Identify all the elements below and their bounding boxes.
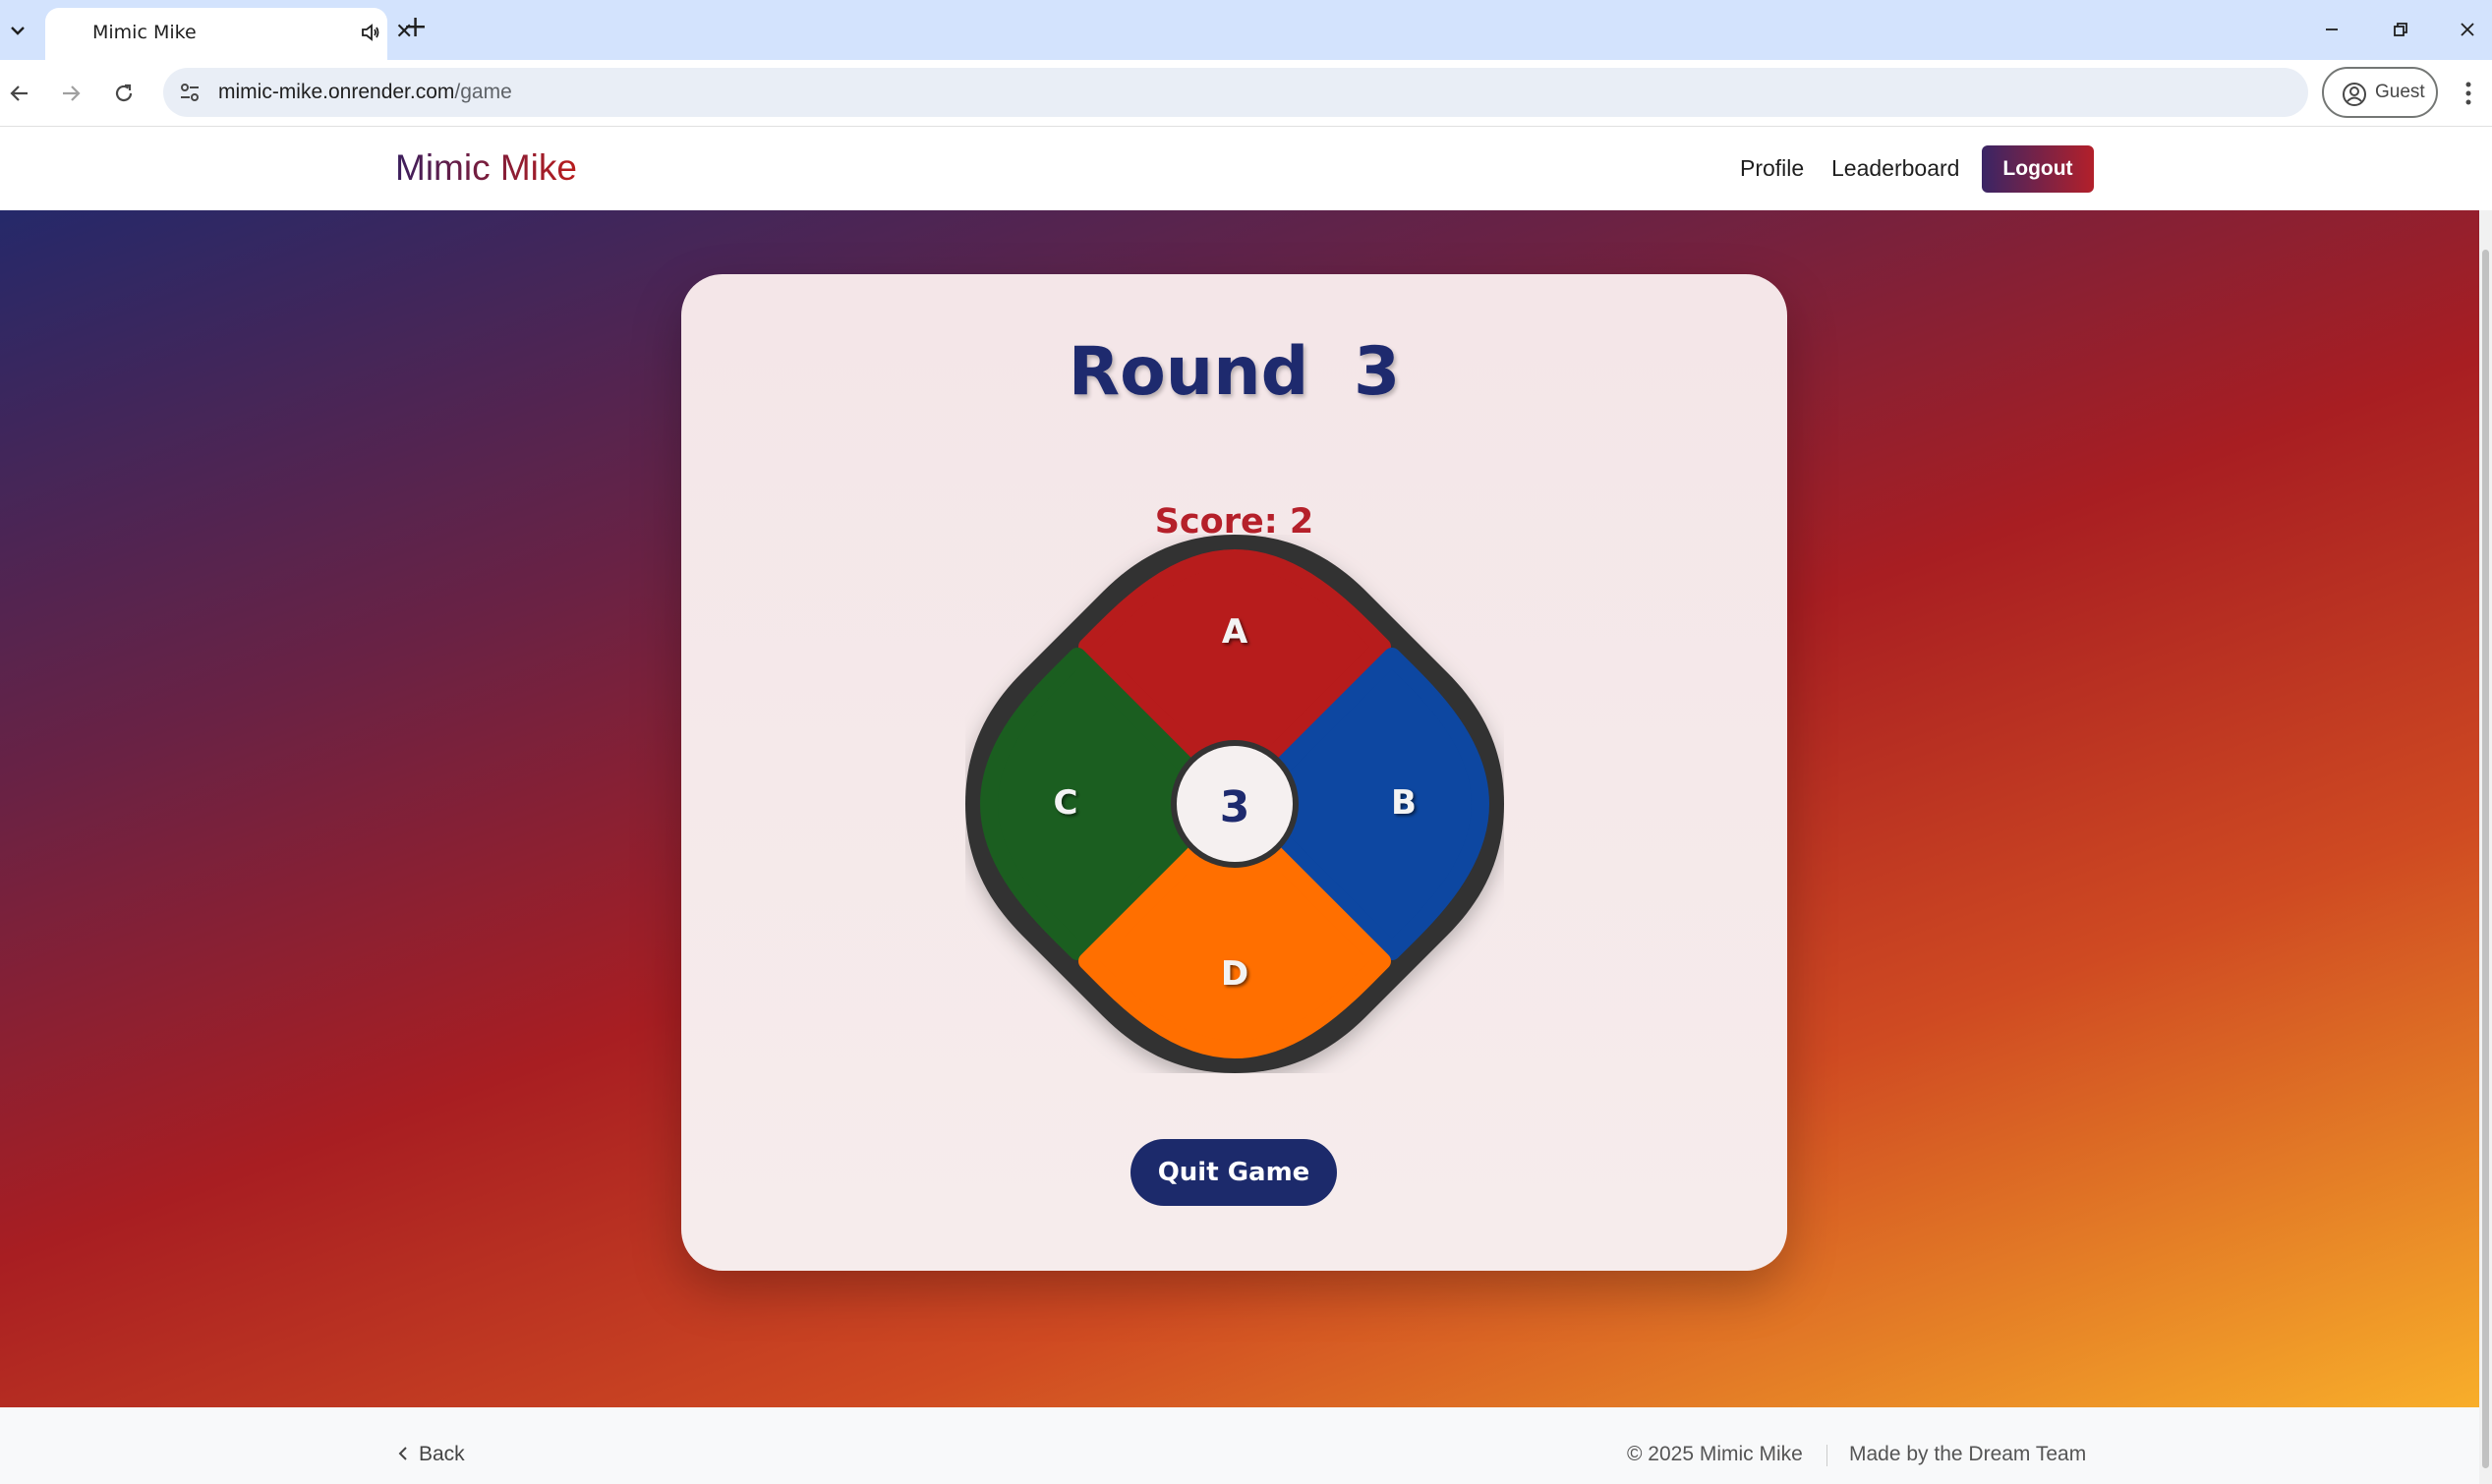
speaker-icon[interactable] [360, 22, 381, 43]
profile-button[interactable]: Guest [2322, 67, 2438, 118]
address-bar[interactable]: mimic-mike.onrender.com/game [163, 68, 2308, 117]
reload-button[interactable] [104, 74, 144, 113]
minimize-button[interactable] [2312, 12, 2351, 47]
page-scrollbar[interactable] [2479, 210, 2492, 1484]
arrow-left-icon [10, 86, 28, 101]
quit-game-button[interactable]: Quit Game [1130, 1139, 1337, 1206]
game-card: Round 3 Score: 2 3 A B C D Quit Game [681, 274, 1787, 1271]
chevron-left-icon [398, 1447, 407, 1460]
browser-tab-strip: Mimic Mike ✕ + [0, 0, 2492, 60]
site-settings-icon[interactable] [177, 80, 203, 105]
new-tab-button[interactable]: + [403, 10, 428, 44]
back-link[interactable]: Back [397, 1443, 465, 1466]
close-window-button[interactable] [2448, 12, 2487, 47]
page-footer: Back © 2025 Mimic Mike Made by the Dream… [0, 1407, 2479, 1484]
reload-icon [115, 84, 133, 102]
browser-tab[interactable]: Mimic Mike ✕ [45, 8, 413, 60]
pad-d-label: D [1221, 954, 1248, 994]
pad-a-label: A [1222, 612, 1248, 652]
close-icon [2461, 23, 2474, 36]
tab-search-button[interactable] [0, 10, 35, 51]
nav-link-leaderboard[interactable]: Leaderboard [1831, 155, 1959, 182]
browser-menu-button[interactable] [2454, 74, 2483, 113]
back-button[interactable] [0, 74, 39, 113]
forward-button[interactable] [51, 74, 90, 113]
brand-logo[interactable]: Mimic Mike [395, 147, 577, 189]
round-number: 3 [1353, 333, 1401, 411]
arrow-right-icon [63, 86, 81, 101]
app-navbar: Mimic Mike Profile Leaderboard Logout [0, 128, 2479, 210]
footer-divider [1826, 1445, 1827, 1466]
url-text: mimic-mike.onrender.com/game [218, 81, 512, 103]
tab-title: Mimic Mike [92, 22, 197, 43]
round-title: Round 3 [1068, 333, 1401, 411]
profile-label: Guest [2375, 82, 2425, 102]
center-counter-value: 3 [1220, 782, 1250, 832]
credit-text: Made by the Dream Team [1849, 1443, 2087, 1465]
nav-link-profile[interactable]: Profile [1740, 155, 1804, 182]
game-page-background: Round 3 Score: 2 3 A B C D Quit Game [0, 210, 2479, 1407]
pad-c-label: C [1054, 783, 1078, 823]
restore-button[interactable] [2381, 12, 2420, 47]
copyright-text: © 2025 Mimic Mike [1627, 1443, 1803, 1465]
simon-board: 3 A B C D [965, 535, 1504, 1073]
more-vert-icon [2465, 82, 2471, 105]
restore-icon [2394, 23, 2407, 36]
minimize-icon [2326, 29, 2338, 30]
chevron-down-icon [11, 27, 25, 35]
logout-button[interactable]: Logout [1982, 145, 2094, 193]
account-icon [2343, 83, 2366, 106]
browser-toolbar: mimic-mike.onrender.com/game Guest [0, 60, 2492, 127]
pad-b-label: B [1391, 783, 1417, 823]
scrollbar-thumb[interactable] [2482, 250, 2489, 1468]
